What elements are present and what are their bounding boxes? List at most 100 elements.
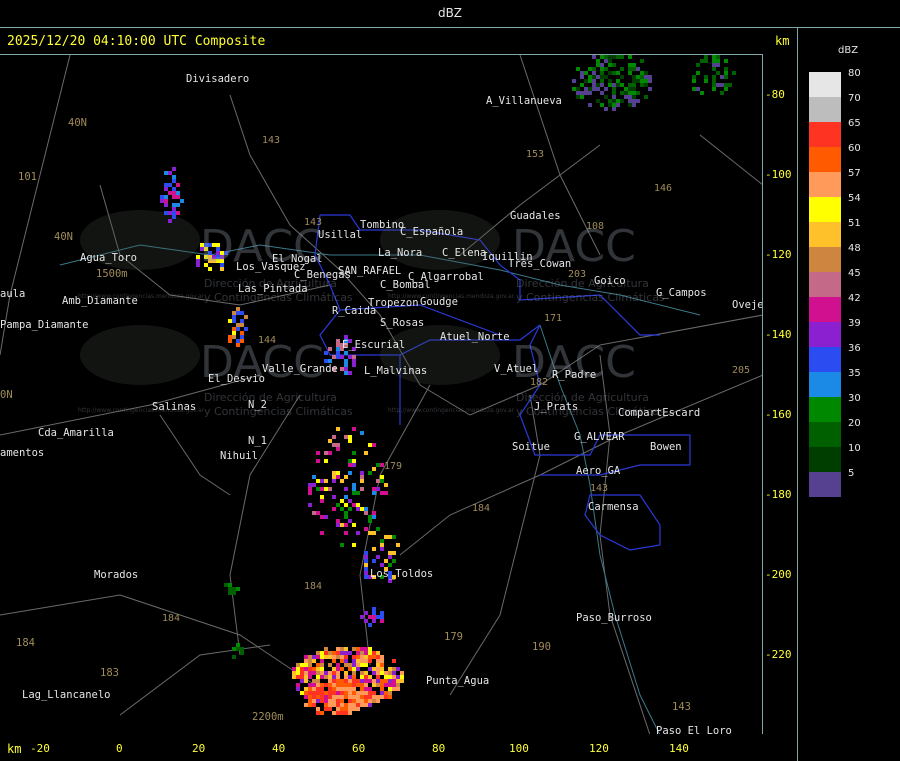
legend-label: 20 — [848, 418, 861, 429]
echo-cell — [336, 519, 340, 523]
echo-cell — [640, 71, 644, 75]
place-label: amentos — [0, 447, 45, 459]
echo-cell — [616, 71, 620, 75]
echo-cell — [360, 663, 364, 667]
echo-cell — [596, 63, 600, 67]
echo-cell — [328, 679, 332, 683]
echo-cell — [724, 71, 728, 75]
echo-cell — [648, 79, 652, 83]
echo-cell — [388, 675, 392, 679]
echo-cell — [324, 695, 328, 699]
y-tick-label: -80 — [765, 88, 785, 101]
echo-cell — [384, 535, 388, 539]
echo-cell — [372, 607, 376, 611]
echo-cell — [628, 103, 632, 107]
echo-cell — [580, 71, 584, 75]
echo-cell — [396, 687, 400, 691]
echo-cell — [344, 367, 348, 371]
echo-cell — [300, 675, 304, 679]
echo-cell — [604, 107, 608, 111]
echo-cell — [616, 103, 620, 107]
echo-cell — [332, 703, 336, 707]
echo-cell — [304, 695, 308, 699]
echo-cell — [632, 75, 636, 79]
echo-cell — [644, 95, 648, 99]
echo-cell — [328, 655, 332, 659]
radar-map[interactable]: DACC DACC DACC DACC Dirección de Agricul… — [0, 54, 763, 734]
place-label: Tombino — [360, 219, 405, 231]
echo-cell — [632, 63, 636, 67]
echo-cell — [352, 543, 356, 547]
place-label: N_2 — [248, 399, 267, 411]
echo-cell — [380, 563, 384, 567]
echo-cell — [360, 471, 364, 475]
place-label: 184 — [16, 637, 35, 649]
echo-cell — [380, 539, 384, 543]
echo-cell — [316, 699, 320, 703]
echo-cell — [600, 79, 604, 83]
echo-cell — [364, 675, 368, 679]
echo-cell — [584, 79, 588, 83]
echo-cell — [592, 83, 596, 87]
echo-cell — [344, 703, 348, 707]
echo-cell — [632, 91, 636, 95]
echo-cell — [348, 687, 352, 691]
echo-cell — [572, 79, 576, 83]
echo-cell — [620, 99, 624, 103]
echo-cell — [712, 75, 716, 79]
place-label: Tres_Cowan — [508, 258, 572, 270]
echo-cell — [328, 671, 332, 675]
echo-cell — [340, 679, 344, 683]
echo-cell — [240, 331, 244, 335]
echo-cell — [336, 355, 340, 359]
echo-cell — [160, 199, 164, 203]
echo-cell — [300, 679, 304, 683]
echo-cell — [336, 339, 340, 343]
echo-cell — [364, 659, 368, 663]
echo-cell — [168, 211, 172, 215]
echo-cell — [376, 679, 380, 683]
echo-cell — [620, 67, 624, 71]
echo-cell — [376, 479, 380, 483]
echo-cell — [312, 475, 316, 479]
echo-cell — [344, 435, 348, 439]
echo-cell — [312, 695, 316, 699]
x-tick-label: 40 — [272, 742, 286, 755]
echo-cell — [300, 671, 304, 675]
echo-cell — [612, 95, 616, 99]
echo-cell — [320, 671, 324, 675]
echo-cell — [648, 75, 652, 79]
echo-cell — [608, 79, 612, 83]
echo-cell — [164, 203, 168, 207]
echo-cell — [720, 91, 724, 95]
echo-cell — [332, 495, 336, 499]
echo-cell — [356, 683, 360, 687]
echo-cell — [304, 671, 308, 675]
echo-cell — [368, 655, 372, 659]
legend-label: 80 — [848, 68, 861, 79]
legend-swatch — [809, 222, 841, 247]
echo-cell — [336, 471, 340, 475]
echo-cell — [380, 619, 384, 623]
echo-cell — [344, 683, 348, 687]
echo-cell — [392, 679, 396, 683]
echo-cell — [340, 479, 344, 483]
echo-cell — [168, 191, 172, 195]
echo-cell — [332, 479, 336, 483]
echo-cell — [296, 671, 300, 675]
echo-cell — [316, 687, 320, 691]
echo-cell — [588, 79, 592, 83]
place-label: C_Elena — [442, 247, 487, 259]
place-label: 143 — [672, 701, 691, 713]
echo-cell — [228, 587, 232, 591]
echo-cell — [340, 703, 344, 707]
place-label: Las_Pintada — [238, 283, 308, 295]
echo-cell — [348, 691, 352, 695]
echo-cell — [576, 91, 580, 95]
echo-cell — [348, 459, 352, 463]
echo-cell — [352, 459, 356, 463]
place-label: C_Bombal — [380, 279, 431, 291]
legend-label: 51 — [848, 218, 861, 229]
echo-cell — [312, 659, 316, 663]
echo-cell — [712, 87, 716, 91]
